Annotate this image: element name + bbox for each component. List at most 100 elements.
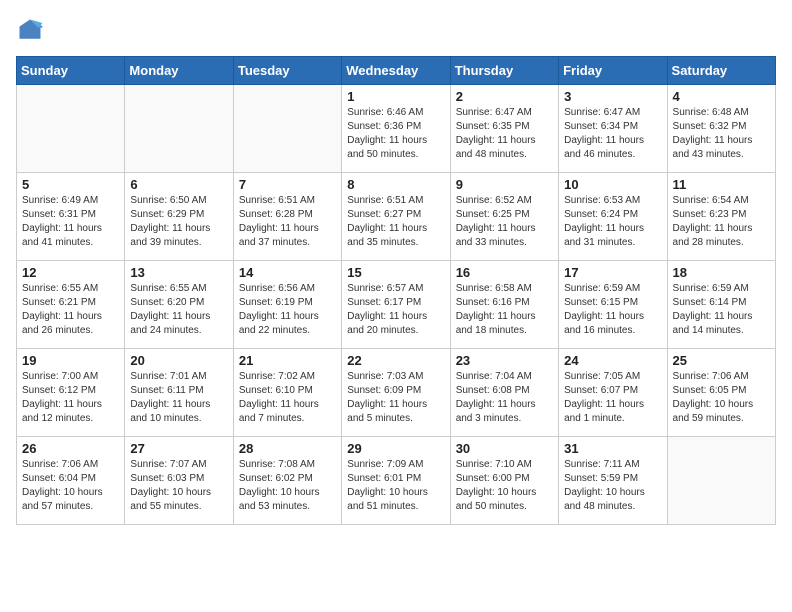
day-number: 12 [22, 265, 119, 280]
calendar-cell: 20Sunrise: 7:01 AM Sunset: 6:11 PM Dayli… [125, 349, 233, 437]
day-number: 5 [22, 177, 119, 192]
day-number: 17 [564, 265, 661, 280]
calendar-cell: 31 Sunrise: 7:11 AM Sunset: 5:59 PM Dayli… [559, 437, 667, 525]
calendar-cell: 10 Sunrise: 6:53 AM Sunset: 6:24 PM Dayli… [559, 173, 667, 261]
day-info: Sunrise: 6:52 AM Sunset: 6:25 PM Dayligh… [456, 194, 553, 250]
week-row-3: 12 Sunrise: 6:55 AM Sunset: 6:21 PM Dayli… [17, 261, 776, 349]
calendar-cell [17, 85, 125, 173]
day-number: 18 [673, 265, 770, 280]
day-number: 2 [456, 89, 553, 104]
day-number: 13 [130, 265, 227, 280]
day-number: 15 [347, 265, 444, 280]
calendar-table: SundayMondayTuesdayWednesdayThursdayFrid… [16, 56, 776, 525]
day-number: 6 [130, 177, 227, 192]
day-info: Sunrise: 6:46 AM Sunset: 6:36 PM Dayligh… [347, 106, 444, 162]
day-info: Sunrise: 6:50 AM Sunset: 6:29 PM Dayligh… [130, 194, 227, 250]
calendar-cell: 3Sunrise: 6:47 AM Sunset: 6:34 PM Daylig… [559, 85, 667, 173]
weekday-header-monday: Monday [125, 57, 233, 85]
weekday-header-thursday: Thursday [450, 57, 558, 85]
day-info: Sunrise: 7:06 AM Sunset: 6:05 PM Dayligh… [673, 370, 770, 426]
day-info: Sunrise: 6:58 AM Sunset: 6:16 PM Dayligh… [456, 282, 553, 338]
week-row-4: 19 Sunrise: 7:00 AM Sunset: 6:12 PM Dayli… [17, 349, 776, 437]
day-number: 9 [456, 177, 553, 192]
day-info: Sunrise: 7:03 AM Sunset: 6:09 PM Dayligh… [347, 370, 444, 426]
calendar-cell: 14Sunrise: 6:56 AM Sunset: 6:19 PM Dayli… [233, 261, 341, 349]
week-row-5: 26 Sunrise: 7:06 AM Sunset: 6:04 PM Dayli… [17, 437, 776, 525]
day-info: Sunrise: 7:11 AM Sunset: 5:59 PM Dayligh… [564, 458, 661, 514]
calendar-cell [125, 85, 233, 173]
day-number: 22 [347, 353, 444, 368]
calendar-cell: 29Sunrise: 7:09 AM Sunset: 6:01 PM Dayli… [342, 437, 450, 525]
day-info: Sunrise: 6:59 AM Sunset: 6:14 PM Dayligh… [673, 282, 770, 338]
weekday-header-sunday: Sunday [17, 57, 125, 85]
weekday-header-friday: Friday [559, 57, 667, 85]
weekday-header-wednesday: Wednesday [342, 57, 450, 85]
day-info: Sunrise: 6:53 AM Sunset: 6:24 PM Dayligh… [564, 194, 661, 250]
week-row-1: 1 Sunrise: 6:46 AM Sunset: 6:36 PM Daylig… [17, 85, 776, 173]
calendar-cell: 28Sunrise: 7:08 AM Sunset: 6:02 PM Dayli… [233, 437, 341, 525]
day-info: Sunrise: 7:02 AM Sunset: 6:10 PM Dayligh… [239, 370, 336, 426]
calendar-cell [233, 85, 341, 173]
weekday-header-saturday: Saturday [667, 57, 775, 85]
day-number: 10 [564, 177, 661, 192]
day-info: Sunrise: 6:47 AM Sunset: 6:34 PM Dayligh… [564, 106, 661, 162]
day-info: Sunrise: 7:04 AM Sunset: 6:08 PM Dayligh… [456, 370, 553, 426]
day-number: 8 [347, 177, 444, 192]
day-number: 7 [239, 177, 336, 192]
calendar-cell: 8 Sunrise: 6:51 AM Sunset: 6:27 PM Daylig… [342, 173, 450, 261]
calendar-cell: 4Sunrise: 6:48 AM Sunset: 6:32 PM Daylig… [667, 85, 775, 173]
day-number: 25 [673, 353, 770, 368]
week-row-2: 5 Sunrise: 6:49 AM Sunset: 6:31 PM Daylig… [17, 173, 776, 261]
logo [16, 16, 48, 44]
day-info: Sunrise: 7:07 AM Sunset: 6:03 PM Dayligh… [130, 458, 227, 514]
calendar-cell: 12 Sunrise: 6:55 AM Sunset: 6:21 PM Dayli… [17, 261, 125, 349]
day-info: Sunrise: 6:49 AM Sunset: 6:31 PM Dayligh… [22, 194, 119, 250]
day-info: Sunrise: 6:54 AM Sunset: 6:23 PM Dayligh… [673, 194, 770, 250]
day-info: Sunrise: 7:06 AM Sunset: 6:04 PM Dayligh… [22, 458, 119, 514]
calendar-cell: 22 Sunrise: 7:03 AM Sunset: 6:09 PM Dayli… [342, 349, 450, 437]
day-number: 31 [564, 441, 661, 456]
day-info: Sunrise: 6:51 AM Sunset: 6:28 PM Dayligh… [239, 194, 336, 250]
calendar-cell: 11 Sunrise: 6:54 AM Sunset: 6:23 PM Dayli… [667, 173, 775, 261]
day-number: 1 [347, 89, 444, 104]
day-info: Sunrise: 6:55 AM Sunset: 6:20 PM Dayligh… [130, 282, 227, 338]
day-info: Sunrise: 7:09 AM Sunset: 6:01 PM Dayligh… [347, 458, 444, 514]
day-number: 19 [22, 353, 119, 368]
calendar-cell: 27Sunrise: 7:07 AM Sunset: 6:03 PM Dayli… [125, 437, 233, 525]
day-info: Sunrise: 6:57 AM Sunset: 6:17 PM Dayligh… [347, 282, 444, 338]
day-number: 26 [22, 441, 119, 456]
calendar-cell: 7 Sunrise: 6:51 AM Sunset: 6:28 PM Daylig… [233, 173, 341, 261]
day-info: Sunrise: 6:51 AM Sunset: 6:27 PM Dayligh… [347, 194, 444, 250]
day-number: 24 [564, 353, 661, 368]
logo-icon [16, 16, 44, 44]
weekday-header-row: SundayMondayTuesdayWednesdayThursdayFrid… [17, 57, 776, 85]
day-number: 11 [673, 177, 770, 192]
calendar-cell: 24 Sunrise: 7:05 AM Sunset: 6:07 PM Dayli… [559, 349, 667, 437]
calendar-cell: 17 Sunrise: 6:59 AM Sunset: 6:15 PM Dayli… [559, 261, 667, 349]
calendar-cell [667, 437, 775, 525]
day-number: 14 [239, 265, 336, 280]
day-info: Sunrise: 6:59 AM Sunset: 6:15 PM Dayligh… [564, 282, 661, 338]
day-number: 21 [239, 353, 336, 368]
day-info: Sunrise: 7:05 AM Sunset: 6:07 PM Dayligh… [564, 370, 661, 426]
calendar-cell: 6 Sunrise: 6:50 AM Sunset: 6:29 PM Daylig… [125, 173, 233, 261]
day-info: Sunrise: 6:48 AM Sunset: 6:32 PM Dayligh… [673, 106, 770, 162]
calendar-cell: 2Sunrise: 6:47 AM Sunset: 6:35 PM Daylig… [450, 85, 558, 173]
day-info: Sunrise: 6:55 AM Sunset: 6:21 PM Dayligh… [22, 282, 119, 338]
calendar-cell: 18 Sunrise: 6:59 AM Sunset: 6:14 PM Dayli… [667, 261, 775, 349]
day-number: 20 [130, 353, 227, 368]
day-info: Sunrise: 7:08 AM Sunset: 6:02 PM Dayligh… [239, 458, 336, 514]
calendar-cell: 19 Sunrise: 7:00 AM Sunset: 6:12 PM Dayli… [17, 349, 125, 437]
calendar-cell: 23 Sunrise: 7:04 AM Sunset: 6:08 PM Dayli… [450, 349, 558, 437]
day-number: 23 [456, 353, 553, 368]
calendar-cell: 26 Sunrise: 7:06 AM Sunset: 6:04 PM Dayli… [17, 437, 125, 525]
calendar-cell: 21 Sunrise: 7:02 AM Sunset: 6:10 PM Dayli… [233, 349, 341, 437]
day-info: Sunrise: 7:00 AM Sunset: 6:12 PM Dayligh… [22, 370, 119, 426]
calendar-cell: 9 Sunrise: 6:52 AM Sunset: 6:25 PM Daylig… [450, 173, 558, 261]
day-number: 16 [456, 265, 553, 280]
day-info: Sunrise: 7:10 AM Sunset: 6:00 PM Dayligh… [456, 458, 553, 514]
page-header [16, 16, 776, 44]
calendar-cell: 1 Sunrise: 6:46 AM Sunset: 6:36 PM Daylig… [342, 85, 450, 173]
day-number: 30 [456, 441, 553, 456]
calendar-cell: 30 Sunrise: 7:10 AM Sunset: 6:00 PM Dayli… [450, 437, 558, 525]
